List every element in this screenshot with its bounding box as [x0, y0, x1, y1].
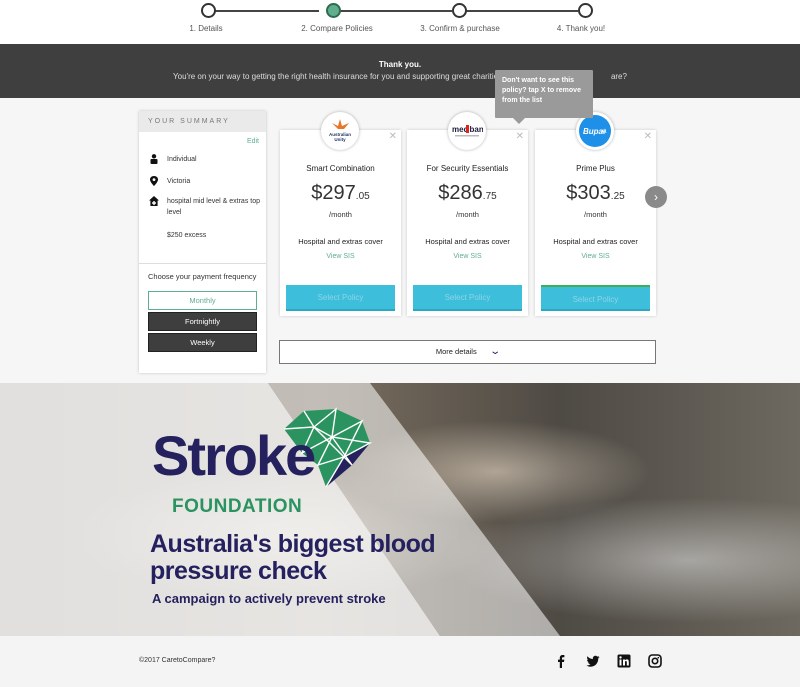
summary-item-cover-type: Individual [149, 154, 262, 165]
hero-white-overlay [0, 383, 560, 636]
svg-text:Unity: Unity [334, 137, 346, 142]
view-sis-link[interactable]: View SIS [535, 253, 656, 260]
remove-policy-tooltip: Don't want to see this policy? tap X to … [495, 70, 593, 124]
progress-stepper: 1. Details 2. Compare Policies 3. Confir… [0, 0, 800, 44]
step-3-dot [452, 3, 467, 18]
view-sis-link[interactable]: View SIS [280, 253, 401, 260]
policy-name: Smart Combination [306, 164, 375, 173]
remove-policy-icon[interactable]: ✕ [516, 131, 524, 142]
step-4-dot [578, 3, 593, 18]
price-cents: .05 [355, 191, 370, 202]
summary-item-state: Victoria [149, 176, 262, 187]
price-period: /month [329, 210, 352, 219]
australian-unity-logo: Australian Unity [321, 112, 359, 150]
stroke-foundation-hero: Stroke FOUNDATION Australia's biggest bl… [0, 383, 800, 636]
step-3-label: 3. Confirm & purchase [420, 24, 500, 33]
next-policies-arrow-icon[interactable]: › [645, 186, 667, 208]
banner-title: Thank you. [378, 60, 422, 69]
payment-weekly-button[interactable]: Weekly [148, 333, 257, 352]
banner-message: You're on your way to getting the right … [0, 72, 800, 81]
step-1-dot[interactable] [201, 3, 216, 18]
chevron-down-icon: ⌄ [489, 346, 501, 357]
price-dollars: $303 [566, 182, 611, 204]
stepper-connector [466, 10, 578, 12]
policy-price: $297.05 [280, 182, 401, 205]
svg-text:Bupa: Bupa [583, 127, 604, 136]
edit-summary-link[interactable]: Edit [247, 138, 259, 145]
stepper-connector [340, 10, 452, 12]
copyright-text: ©2017 CaretoCompare? [139, 657, 216, 664]
price-period: /month [456, 210, 479, 219]
select-policy-button[interactable]: Select Policy [413, 285, 522, 311]
payment-monthly-button[interactable]: Monthly [148, 291, 257, 310]
cover-type: Hospital and extras cover [298, 237, 383, 246]
policy-card: med bank ✕ For Security Essentials $286.… [407, 112, 528, 316]
more-details-label: More details [435, 347, 477, 356]
banner-message-text: You're on your way to getting the right … [173, 72, 519, 81]
summary-item-excess: $250 excess [167, 232, 207, 239]
price-cents: .75 [482, 191, 497, 202]
policy-name: Prime Plus [576, 164, 615, 173]
medibank-logo: med bank [448, 112, 486, 150]
cover-type: Hospital and extras cover [553, 237, 638, 246]
policy-card: Bupa ✕ Prime Plus $303.25 /month Hospita… [535, 112, 656, 316]
policy-card: Australian Unity ✕ Smart Combination $29… [280, 112, 401, 316]
step-1-label[interactable]: 1. Details [146, 24, 266, 33]
payment-frequency: Choose your payment frequency Monthly Fo… [139, 263, 266, 359]
hero-subline: A campaign to actively prevent stroke [152, 591, 386, 606]
stroke-wordmark: Stroke [152, 424, 316, 487]
facebook-icon[interactable] [554, 654, 568, 668]
svg-text:bank: bank [470, 125, 484, 134]
hero-headline: Australia's biggest blood pressure check [150, 530, 436, 585]
payment-frequency-label: Choose your payment frequency [148, 272, 257, 281]
policy-price: $286.75 [407, 182, 528, 205]
summary-item-cover-level: hospital mid level & extras top level [149, 196, 262, 218]
banner-message-tail: are? [610, 72, 627, 81]
summary-panel: YOUR SUMMARY Edit Individual Victoria ho… [139, 111, 266, 373]
policy-name: For Security Essentials [426, 164, 509, 173]
step-2-label: 2. Compare Policies [301, 24, 373, 33]
view-sis-link[interactable]: View SIS [407, 253, 528, 260]
summary-heading: YOUR SUMMARY [139, 111, 266, 132]
select-policy-button[interactable]: Select Policy [286, 285, 395, 311]
price-cents: .25 [610, 191, 625, 202]
remove-policy-icon[interactable]: ✕ [644, 131, 652, 142]
step-2-dot [326, 3, 341, 18]
price-dollars: $286 [438, 182, 483, 204]
location-pin-icon [150, 176, 158, 186]
thank-you-banner: Thank you. You're on your way to getting… [0, 44, 800, 98]
cover-type: Hospital and extras cover [425, 237, 510, 246]
policy-price: $303.25 [535, 182, 656, 205]
remove-policy-icon[interactable]: ✕ [389, 131, 397, 142]
page-footer: ©2017 CaretoCompare? [0, 636, 800, 687]
step-4-label: 4. Thank you! [556, 24, 606, 33]
house-plus-icon [149, 196, 159, 206]
stepper-connector [215, 10, 319, 12]
person-icon [150, 154, 158, 164]
select-policy-button[interactable]: Select Policy [541, 285, 650, 311]
more-details-button[interactable]: More details ⌄ [279, 340, 656, 364]
price-period: /month [584, 210, 607, 219]
price-dollars: $297 [311, 182, 356, 204]
instagram-icon[interactable] [648, 654, 662, 668]
twitter-icon[interactable] [586, 654, 600, 668]
payment-fortnightly-button[interactable]: Fortnightly [148, 312, 257, 331]
foundation-wordmark: FOUNDATION [172, 496, 303, 517]
linkedin-icon[interactable] [617, 654, 631, 668]
